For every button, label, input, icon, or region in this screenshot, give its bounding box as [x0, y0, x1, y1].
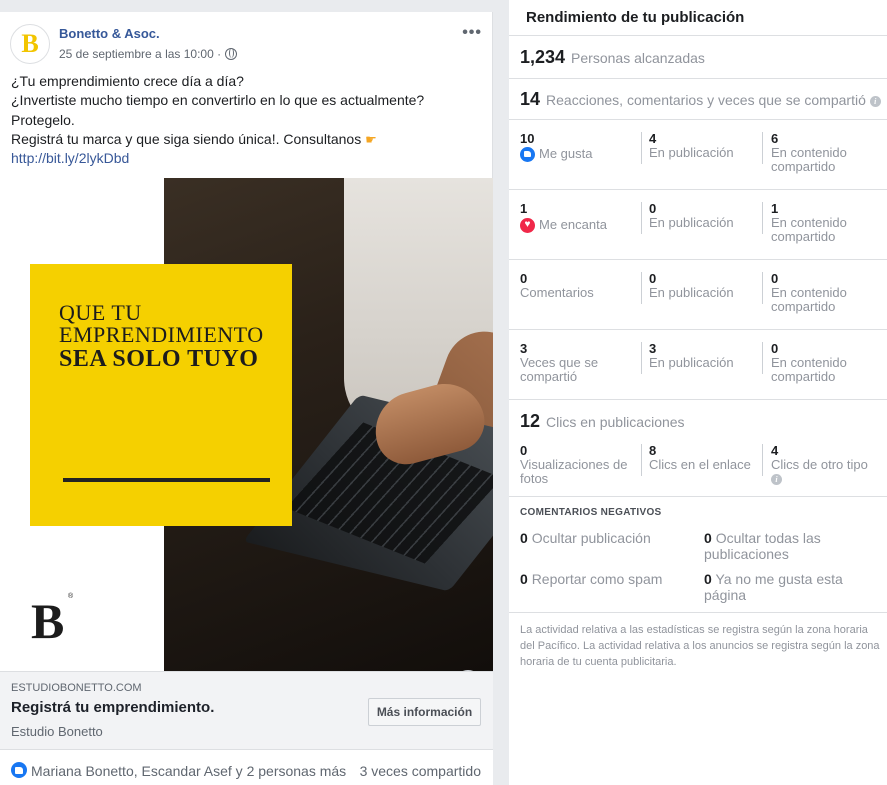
- shares-on-post: 3 En publicación: [649, 341, 734, 370]
- post-link[interactable]: http://bit.ly/2lykDbd: [11, 149, 481, 168]
- info-icon[interactable]: i: [771, 474, 782, 486]
- divider: [762, 132, 763, 164]
- info-icon[interactable]: i: [869, 95, 881, 107]
- app-root: B Bonetto & Asoc. 25 de septiembre a las…: [0, 0, 887, 785]
- reach-value: 1,234: [520, 47, 566, 67]
- divider: [762, 202, 763, 234]
- stats-row-love: 1 ♥ Me encanta 0 En publicación 1 En conteni…: [509, 190, 887, 260]
- divider: [762, 272, 763, 304]
- divider: [509, 399, 887, 400]
- divider: [509, 496, 887, 497]
- stats-row-comments: 0 Comentarios 0 En publicación 0 En conteni…: [509, 260, 887, 330]
- divider: [641, 272, 642, 304]
- post-text-line-content: Registrá tu marca y que siga siendo únic…: [11, 130, 362, 147]
- stats-row-shares: 3 Veces que se compartió 3 En publicación …: [509, 330, 887, 400]
- post-footer: Mariana Bonetto, Escandar Asef y 2 perso…: [0, 749, 493, 785]
- likes-on-post: 4 En publicación: [649, 131, 734, 160]
- likes-on-shares: 6 En contenido compartido: [771, 131, 847, 174]
- other-clicks: 4 Clics de otro tipo i: [771, 443, 868, 486]
- divider: [762, 444, 763, 476]
- pointing-hand-emoji: ☛: [365, 131, 377, 147]
- unlike-stat: 0 Ya no me gusta esta página: [704, 571, 843, 603]
- link-clicks: 8 Clics en el enlace: [649, 443, 751, 472]
- divider: [762, 342, 763, 374]
- post-card: B Bonetto & Asoc. 25 de septiembre a las…: [0, 12, 493, 785]
- divider: [509, 78, 887, 79]
- clicks-label: Clics en publicaciones: [546, 414, 685, 430]
- like-icon: [11, 762, 27, 778]
- post-text-line: Registrá tu marca y que siga siendo únic…: [11, 130, 481, 149]
- stats-row-clicks: 0 Visualizaciones de fotos 8 Clics en el e…: [509, 432, 887, 502]
- more-options-icon[interactable]: •••: [462, 24, 482, 42]
- post-text-line: Protegelo.: [11, 111, 75, 128]
- post-message: ¿Tu emprendimiento crece día a día? ¿Inv…: [11, 72, 481, 168]
- stats-row-likes: 10 Me gusta 4 En publicación 6 En contenido…: [509, 120, 887, 190]
- avatar-letter: B: [21, 29, 39, 58]
- preview-description: Estudio Bonetto: [11, 724, 103, 739]
- clicks-summary: 12 Clics en publicaciones: [520, 411, 685, 432]
- photo-views: 0 Visualizaciones de fotos: [520, 443, 628, 486]
- comments-total: 0 Comentarios: [520, 271, 594, 300]
- love-on-shares: 1 En contenido compartido: [771, 201, 847, 244]
- insights-panel: Rendimiento de tu publicación 1,234 Pers…: [509, 0, 887, 785]
- divider: [641, 342, 642, 374]
- spam-stat: 0 Reportar como spam: [520, 571, 663, 587]
- post-text-line: ¿Invertiste mucho tiempo en convertirlo …: [11, 92, 425, 109]
- divider: [509, 35, 887, 36]
- preview-title[interactable]: Registrá tu emprendimiento.: [11, 699, 214, 716]
- timezone-footnote: La actividad relativa a las estadísticas…: [520, 624, 880, 668]
- love-total: 1 ♥ Me encanta: [520, 201, 607, 233]
- ad-headline-line3: SEA SOLO TUYO: [59, 346, 259, 372]
- registered-mark: ®: [68, 593, 74, 600]
- page-name-link[interactable]: Bonetto & Asoc.: [59, 26, 160, 41]
- ad-headline-box: QUE TU EMPRENDIMIENTO SEA SOLO TUYO: [30, 264, 292, 526]
- hide-all-stat: 0 Ocultar todas las publicaciones: [704, 530, 821, 562]
- divider: [641, 202, 642, 234]
- love-icon: ♥: [520, 217, 535, 233]
- engagement-summary: 14 Reacciones, comentarios y veces que s…: [520, 89, 881, 110]
- likes-total: 10 Me gusta: [520, 131, 593, 162]
- engagement-label: Reacciones, comentarios y veces que se c…: [546, 92, 881, 108]
- post-header: B Bonetto & Asoc. 25 de septiembre a las…: [0, 12, 492, 70]
- negative-feedback-title: COMENTARIOS NEGATIVOS: [520, 507, 662, 518]
- comments-on-post: 0 En publicación: [649, 271, 734, 300]
- globe-icon: [225, 48, 238, 60]
- divider: [641, 444, 642, 476]
- preview-domain: ESTUDIOBONETTO.COM: [11, 682, 142, 694]
- brand-logo: B: [31, 593, 65, 649]
- hide-post-stat: 0 Ocultar publicación: [520, 530, 651, 546]
- post-text-line: ¿Tu emprendimiento crece día a día?: [11, 73, 244, 89]
- more-info-button[interactable]: Más información: [368, 698, 481, 726]
- reach-summary: 1,234 Personas alcanzadas: [520, 47, 705, 68]
- link-preview[interactable]: ESTUDIOBONETTO.COM Registrá tu emprendim…: [0, 671, 493, 749]
- shares-total: 3 Veces que se compartió: [520, 341, 599, 384]
- divider: [509, 612, 887, 613]
- post-date[interactable]: 25 de septiembre a las 10:00 ·: [59, 47, 221, 61]
- ad-divider: [63, 478, 270, 482]
- divider: [641, 132, 642, 164]
- clicks-value: 12: [520, 411, 541, 431]
- shares-count[interactable]: 3 veces compartido: [360, 763, 481, 779]
- engagement-value: 14: [520, 89, 541, 109]
- ad-image[interactable]: QUE TU EMPRENDIMIENTO SEA SOLO TUYO B ® …: [0, 178, 493, 671]
- reactions-summary[interactable]: Mariana Bonetto, Escandar Asef y 2 perso…: [31, 763, 346, 779]
- post-meta: 25 de septiembre a las 10:00 ·: [59, 47, 238, 61]
- love-on-post: 0 En publicación: [649, 201, 734, 230]
- comments-on-shares: 0 En contenido compartido: [771, 271, 847, 314]
- reach-label: Personas alcanzadas: [571, 50, 705, 66]
- engagement-label-text: Reacciones, comentarios y veces que se c…: [546, 92, 866, 108]
- like-icon: [520, 146, 535, 162]
- panel-title: Rendimiento de tu publicación: [526, 9, 745, 26]
- page-avatar[interactable]: B: [10, 24, 50, 64]
- shares-on-shares: 0 En contenido compartido: [771, 341, 847, 384]
- ad-headline-line2: EMPRENDIMIENTO: [59, 322, 264, 347]
